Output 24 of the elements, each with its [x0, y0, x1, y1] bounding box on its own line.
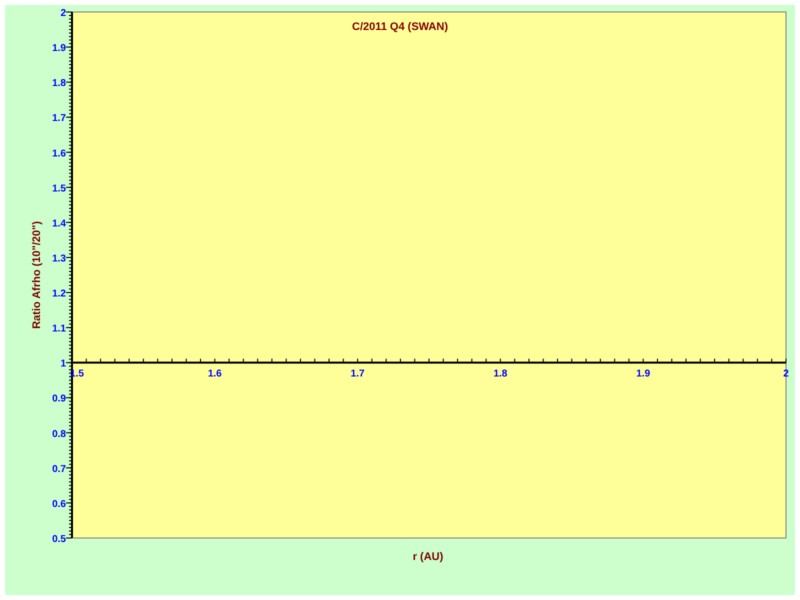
tick-label: 2: [783, 368, 789, 380]
tick-label: 1.8: [52, 78, 66, 90]
tick-label: 1.8: [493, 368, 508, 380]
tick-label: 2: [60, 8, 66, 19]
tick-label: 0.7: [52, 464, 66, 475]
tick-label: 0.9: [52, 394, 66, 405]
tick-label: 1.6: [52, 148, 66, 160]
tick-label: 1.9: [52, 43, 66, 54]
tick-label: 1.2: [52, 288, 66, 300]
tick-label: 1.5: [52, 183, 66, 194]
tick-label: 1.7: [52, 113, 66, 124]
tick-label: 1.9: [636, 368, 650, 380]
tick-label: 0.6: [52, 498, 66, 510]
tick-label: 1.6: [208, 368, 222, 380]
chart-title: C/2011 Q4 (SWAN): [352, 21, 448, 33]
tick-label: 1: [60, 358, 66, 370]
axis-title: r (AU): [412, 551, 444, 563]
axis-title: Ratio Afrho (10"/20"): [31, 221, 43, 329]
tick-label: 1.1: [52, 324, 66, 335]
tick-label: 1.3: [52, 253, 66, 264]
tick-label: 1.4: [52, 218, 66, 230]
tick-label: 0.8: [52, 428, 66, 440]
tick-label: 0.5: [52, 534, 66, 545]
tick-label: 1.7: [350, 368, 365, 380]
